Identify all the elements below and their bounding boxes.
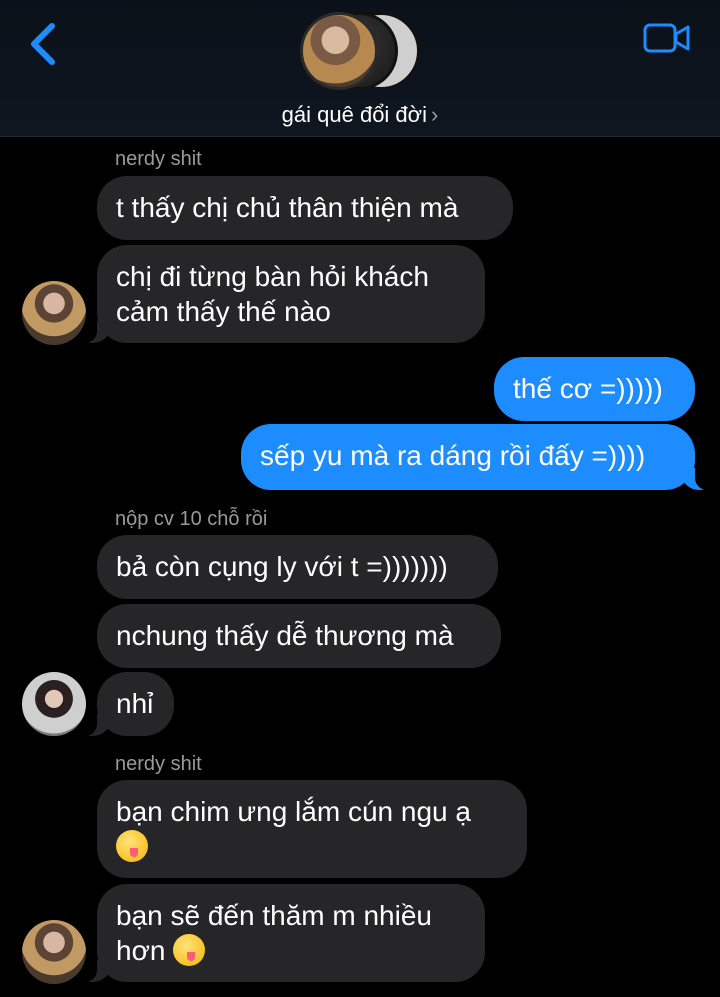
video-camera-icon <box>643 23 690 53</box>
message-bubble[interactable]: chị đi từng bàn hỏi khách cảm thấy thế n… <box>77 245 485 343</box>
sender-name: nộp cv 10 chỗ rồi <box>115 508 268 530</box>
chat-header: gái quê đổi đời › <box>0 0 720 137</box>
chevron-left-icon <box>31 23 55 65</box>
message-text: hơn <box>116 935 166 966</box>
chat-title[interactable]: gái quê đổi đời › <box>0 102 720 128</box>
video-call-button[interactable] <box>642 18 692 58</box>
sender-avatar[interactable] <box>22 920 86 984</box>
sender-avatar[interactable] <box>22 672 86 736</box>
yum-emoji-icon <box>173 934 206 966</box>
message-bubble[interactable]: nhỉ <box>77 672 174 736</box>
message-bubble[interactable]: nchung thấy dễ thương mà <box>97 604 501 668</box>
sender-name: nerdy shit <box>115 148 202 170</box>
message-bubble[interactable]: bạn sẽ đến thăm m nhiều hơn <box>77 884 485 982</box>
group-avatar[interactable] <box>300 12 424 96</box>
member-avatar-1 <box>300 12 378 90</box>
message-text: bạn chim ưng lắm cún ngu ạ <box>116 796 471 827</box>
chevron-right-icon: › <box>430 102 439 127</box>
sender-name: nerdy shit <box>115 753 202 775</box>
message-text: bạn sẽ đến thăm m nhiều <box>116 900 432 931</box>
message-bubble-outgoing[interactable]: sếp yu mà ra dáng rồi đấy =)))) <box>241 424 715 490</box>
sender-avatar[interactable] <box>22 281 86 345</box>
message-bubble[interactable]: t thấy chị chủ thân thiện mà <box>97 176 513 240</box>
back-button[interactable] <box>24 18 64 68</box>
yum-emoji-icon <box>116 830 148 862</box>
message-bubble-outgoing[interactable]: thế cơ =))))) <box>494 357 695 421</box>
message-bubble[interactable]: bả còn cụng ly với t =))))))) <box>97 535 498 599</box>
message-bubble[interactable]: bạn chim ưng lắm cún ngu ạ <box>97 780 527 878</box>
chat-title-text: gái quê đổi đời <box>281 102 427 127</box>
